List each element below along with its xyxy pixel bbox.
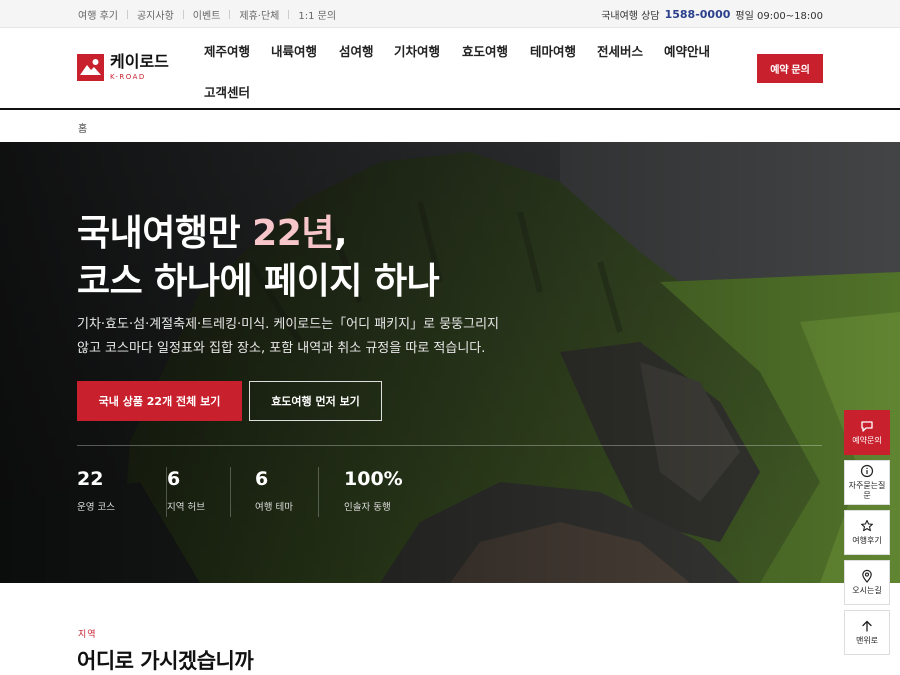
stat-themes: 6 여행 테마 bbox=[230, 467, 319, 517]
logo-text: 케이로드 K-ROAD bbox=[110, 52, 169, 82]
info-icon bbox=[860, 464, 874, 478]
divider bbox=[182, 9, 184, 19]
business-hours: 평일 09:00~18:00 bbox=[735, 10, 823, 22]
stat-label: 여행 테마 bbox=[255, 502, 293, 513]
link-partnership[interactable]: 제휴·단체 bbox=[239, 7, 279, 22]
nav-theme[interactable]: 테마여행 bbox=[530, 41, 576, 60]
phone-label: 국내여행 상담 bbox=[601, 10, 660, 22]
link-inquiry[interactable]: 1:1 문의 bbox=[298, 7, 336, 22]
section-title: 어디로 가시겠습니까 bbox=[77, 649, 254, 673]
quick-label: 맨위로 bbox=[855, 636, 879, 645]
breadcrumb-home[interactable]: 홈 bbox=[78, 120, 87, 135]
nav-inland[interactable]: 내륙여행 bbox=[271, 41, 317, 60]
site-header: 케이로드 K-ROAD 제주여행 내륙여행 섬여행 기차여행 효도여행 테마여행… bbox=[0, 28, 900, 110]
nav-customer-center[interactable]: 고객센터 bbox=[204, 82, 250, 101]
booking-inquiry-button[interactable]: 예약 문의 bbox=[757, 54, 823, 83]
stat-value: 22 bbox=[77, 468, 104, 490]
quick-label: 자주묻는질문 bbox=[848, 481, 886, 500]
hero-title-line2: 코스 하나에 페이지 하나 bbox=[77, 261, 440, 302]
quick-back-to-top[interactable]: 맨위로 bbox=[844, 610, 890, 655]
hero-title-line1: 국내여행만 22년, bbox=[77, 210, 439, 258]
section-eyebrow: 지역 bbox=[78, 630, 97, 640]
logo[interactable]: 케이로드 K-ROAD bbox=[77, 53, 169, 81]
divider bbox=[229, 9, 231, 19]
breadcrumb: 홈 bbox=[0, 110, 900, 142]
hero-title-pre: 국내여행만 bbox=[77, 213, 253, 254]
stat-courses: 22 운영 코스 bbox=[77, 467, 166, 517]
nav-filial[interactable]: 효도여행 bbox=[462, 41, 508, 60]
hero-desc-line1: 기차·효도·섬·계절축제·트레킹·미식. 케이로드는「어디 패키지」로 뭉뚱그리… bbox=[77, 317, 499, 332]
quick-directions[interactable]: 오시는길 bbox=[844, 560, 890, 605]
nav-jeju[interactable]: 제주여행 bbox=[204, 41, 250, 60]
link-events[interactable]: 이벤트 bbox=[193, 7, 221, 22]
nav-train[interactable]: 기차여행 bbox=[394, 41, 440, 60]
quick-menu: 예약문의 자주묻는질문 여행후기 오시는길 맨위로 bbox=[844, 410, 890, 660]
chat-icon bbox=[861, 421, 873, 432]
logo-name: 케이로드 bbox=[110, 52, 169, 71]
quick-label: 예약문의 bbox=[852, 436, 882, 445]
divider bbox=[126, 9, 128, 19]
hero-divider bbox=[77, 445, 822, 446]
utility-bar: 여행 후기 공지사항 이벤트 제휴·단체 1:1 문의 국내여행 상담 1588… bbox=[0, 0, 900, 28]
link-notices[interactable]: 공지사항 bbox=[137, 7, 174, 22]
nav-charter-bus[interactable]: 전세버스 bbox=[597, 41, 643, 60]
hero-title-post: , bbox=[333, 213, 348, 254]
stat-label: 운영 코스 bbox=[77, 502, 115, 513]
hero-title: 국내여행만 22년, 코스 하나에 페이지 하나 bbox=[77, 210, 440, 306]
divider bbox=[288, 9, 290, 19]
quick-faq[interactable]: 자주묻는질문 bbox=[844, 460, 890, 505]
quick-label: 오시는길 bbox=[852, 586, 882, 595]
nav-island[interactable]: 섬여행 bbox=[339, 41, 374, 60]
arrow-up-icon bbox=[862, 620, 872, 632]
logo-mark-icon bbox=[77, 53, 104, 81]
view-filial-trip-button[interactable]: 효도여행 먼저 보기 bbox=[249, 381, 382, 421]
stat-guide: 100% 인솔자 동행 bbox=[318, 467, 438, 517]
view-all-products-button[interactable]: 국내 상품 22개 전체 보기 bbox=[77, 381, 242, 421]
quick-label: 여행후기 bbox=[852, 536, 882, 545]
logo-subtitle: K-ROAD bbox=[110, 73, 146, 81]
phone-number[interactable]: 1588-0000 bbox=[665, 8, 731, 21]
star-icon bbox=[861, 519, 873, 532]
stat-label: 인솔자 동행 bbox=[344, 502, 391, 513]
nav-booking-guide[interactable]: 예약안내 bbox=[664, 41, 710, 60]
quick-reviews[interactable]: 여행후기 bbox=[844, 510, 890, 555]
map-pin-icon bbox=[862, 569, 872, 583]
hero-title-accent: 22년 bbox=[252, 213, 334, 254]
hero-description: 기차·효도·섬·계절축제·트레킹·미식. 케이로드는「어디 패키지」로 뭉뚱그리… bbox=[77, 313, 547, 361]
link-reviews[interactable]: 여행 후기 bbox=[78, 7, 118, 22]
hero-desc-line2: 않고 코스마다 일정표와 집합 장소, 포함 내역과 취소 규정을 따로 적습니… bbox=[77, 341, 486, 356]
utility-links: 여행 후기 공지사항 이벤트 제휴·단체 1:1 문의 bbox=[78, 0, 336, 28]
quick-booking-inquiry[interactable]: 예약문의 bbox=[844, 410, 890, 455]
hero-banner: 국내여행만 22년, 코스 하나에 페이지 하나 기차·효도·섬·계절축제·트레… bbox=[0, 142, 900, 583]
stat-value: 100% bbox=[344, 468, 403, 490]
phone-info: 국내여행 상담 1588-0000 평일 09:00~18:00 bbox=[601, 0, 823, 28]
stat-value: 6 bbox=[255, 468, 269, 490]
